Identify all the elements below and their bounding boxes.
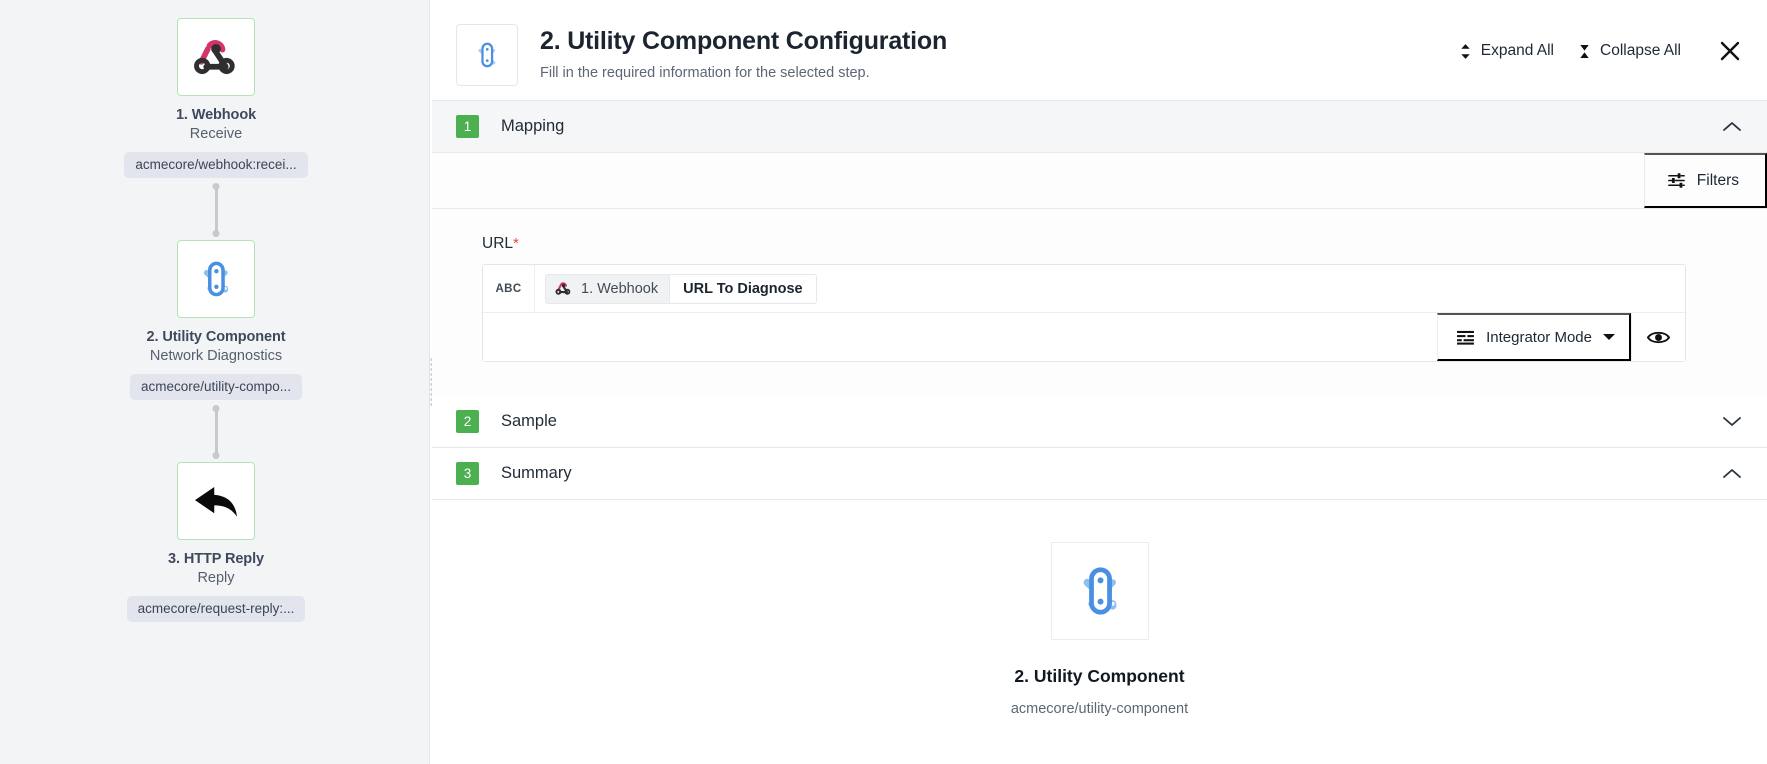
chevron-up-icon[interactable] xyxy=(1723,465,1741,483)
section-title: Summary xyxy=(501,464,572,482)
flow-step-subtitle: Reply xyxy=(197,570,235,587)
utility-component-configuration-screen: 1. Webhook Receive acmecore/webhook:rece… xyxy=(0,0,1767,764)
close-button[interactable] xyxy=(1715,36,1745,66)
mapping-section-body: Filters URL* ABC 1. Webhook URL To Diagn… xyxy=(432,153,1767,396)
collapse-all-label: Collapse All xyxy=(1600,42,1681,59)
summary-subtitle: acmecore/utility-component xyxy=(1010,701,1189,717)
flow-step-http-reply[interactable]: 3. HTTP Reply Reply acmecore/request-rep… xyxy=(0,461,432,622)
mapping-token[interactable]: 1. Webhook URL To Diagnose xyxy=(545,273,817,304)
flow-step-webhook[interactable]: 1. Webhook Receive acmecore/webhook:rece… xyxy=(0,18,432,178)
flow-step-tag[interactable]: acmecore/utility-compo... xyxy=(129,373,303,400)
summary-icon-box xyxy=(1050,542,1149,640)
config-header: 2. Utility Component Configuration Fill … xyxy=(432,0,1767,100)
page-subtitle: Fill in the required information for the… xyxy=(540,65,870,81)
flow-connector xyxy=(0,178,432,240)
integrator-mode-icon xyxy=(1456,330,1475,345)
flow-step-utility-component[interactable]: 2. Utility Component Network Diagnostics… xyxy=(0,239,432,400)
url-input-shell: ABC 1. Webhook URL To Diagnose Integrato… xyxy=(482,264,1686,362)
flow-connector xyxy=(0,400,432,462)
flow-step-title: 1. Webhook xyxy=(175,107,257,123)
flow-step-tag[interactable]: acmecore/webhook:recei... xyxy=(124,151,308,178)
field-type-badge: ABC xyxy=(483,265,535,312)
flow-steps-list: 1. Webhook Receive acmecore/webhook:rece… xyxy=(0,0,432,622)
flow-step-icon-box[interactable] xyxy=(177,461,255,540)
utility-component-icon xyxy=(191,254,241,304)
flow-step-icon-box[interactable] xyxy=(177,239,255,318)
webhook-icon xyxy=(190,31,242,83)
panel-resize-handle[interactable] xyxy=(429,0,432,764)
section-header-mapping[interactable]: 1 Mapping xyxy=(432,101,1767,153)
eye-icon xyxy=(1647,329,1670,346)
close-icon xyxy=(1718,39,1742,63)
expand-all-button[interactable]: Expand All xyxy=(1447,36,1566,66)
section-number-badge: 3 xyxy=(456,462,479,485)
section-title: Mapping xyxy=(501,117,565,135)
chevron-up-icon[interactable] xyxy=(1723,118,1741,136)
required-marker: * xyxy=(513,235,519,252)
section-number-badge: 2 xyxy=(456,410,479,433)
expand-all-label: Expand All xyxy=(1480,42,1554,59)
section-number-badge: 1 xyxy=(456,115,479,138)
section-header-sample[interactable]: 2 Sample xyxy=(432,396,1767,448)
filters-label: Filters xyxy=(1696,171,1739,189)
flow-step-subtitle: Receive xyxy=(189,126,243,143)
page-title: 2. Utility Component Configuration xyxy=(540,27,948,55)
summary-section-body: 2. Utility Component acmecore/utility-co… xyxy=(432,500,1767,717)
filters-icon xyxy=(1667,171,1686,190)
preview-toggle-button[interactable] xyxy=(1631,313,1685,361)
flow-step-icon-box[interactable] xyxy=(177,18,255,96)
filters-button[interactable]: Filters xyxy=(1643,153,1767,208)
section-header-summary[interactable]: 3 Summary xyxy=(432,448,1767,500)
token-source: 1. Webhook xyxy=(546,274,671,303)
configuration-panel: 2. Utility Component Configuration Fill … xyxy=(432,0,1767,764)
config-sections: 1 Mapping Filters URL* ABC 1. Webhook UR… xyxy=(432,100,1767,717)
collapse-vertical-icon xyxy=(1578,43,1591,60)
config-header-text: 2. Utility Component Configuration Fill … xyxy=(540,22,947,81)
config-header-icon-box xyxy=(456,24,518,86)
integrator-mode-dropdown[interactable]: Integrator Mode xyxy=(1437,313,1631,361)
flow-step-title: 2. Utility Component xyxy=(146,328,286,345)
url-label-text: URL xyxy=(482,235,514,252)
chevron-down-icon[interactable] xyxy=(1723,413,1741,431)
flow-step-title: 3. HTTP Reply xyxy=(168,550,264,567)
flow-steps-panel: 1. Webhook Receive acmecore/webhook:rece… xyxy=(0,0,432,764)
mapping-toolbar: Filters xyxy=(432,153,1767,209)
token-source-label: 1. Webhook xyxy=(581,280,659,297)
utility-component-icon xyxy=(1066,557,1134,625)
flow-step-tag[interactable]: acmecore/request-reply:... xyxy=(126,595,306,622)
token-value-label: URL To Diagnose xyxy=(683,280,803,297)
reply-arrow-icon xyxy=(188,473,244,529)
expand-vertical-icon xyxy=(1459,43,1472,60)
url-token-area[interactable]: 1. Webhook URL To Diagnose xyxy=(535,265,1685,312)
drag-dots-icon xyxy=(430,358,432,406)
utility-component-icon xyxy=(469,37,505,73)
caret-down-icon xyxy=(1603,333,1615,341)
integrator-mode-label: Integrator Mode xyxy=(1486,328,1592,346)
summary-title: 2. Utility Component xyxy=(1014,666,1185,686)
webhook-icon xyxy=(554,279,573,298)
flow-step-subtitle: Network Diagnostics xyxy=(149,348,283,365)
url-field-group: URL* ABC 1. Webhook URL To Diagnose Inte… xyxy=(432,209,1767,362)
section-title: Sample xyxy=(501,412,557,430)
url-input-row[interactable]: ABC 1. Webhook URL To Diagnose xyxy=(483,265,1685,313)
url-field-label: URL* xyxy=(482,235,1737,253)
config-header-actions: Expand All Collapse All xyxy=(1447,36,1745,66)
url-input-footer: Integrator Mode xyxy=(483,313,1685,361)
collapse-all-button[interactable]: Collapse All xyxy=(1566,36,1693,66)
